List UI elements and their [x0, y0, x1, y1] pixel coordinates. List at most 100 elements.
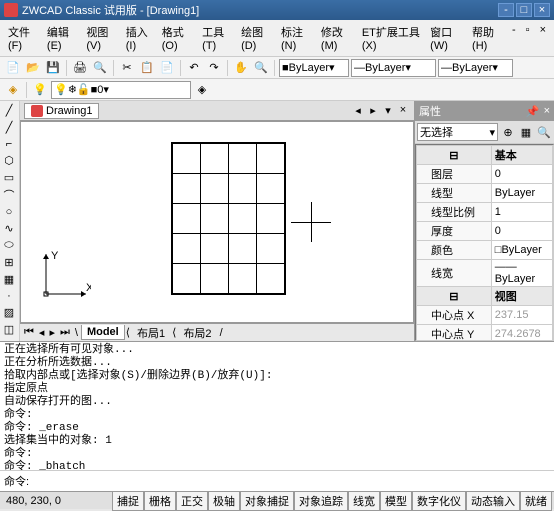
- hatch-icon[interactable]: ▨: [1, 305, 17, 320]
- arc-icon[interactable]: ⌒: [1, 187, 17, 203]
- rectangle-icon[interactable]: ▭: [1, 170, 17, 185]
- spline-icon[interactable]: ∿: [1, 221, 17, 236]
- zoom-icon[interactable]: 🔍: [252, 59, 270, 77]
- mode-数字化仪[interactable]: 数字化仪: [412, 491, 466, 511]
- paste-icon[interactable]: 📄: [158, 59, 176, 77]
- panel-close-icon[interactable]: ×: [544, 105, 550, 118]
- layer-combo[interactable]: 💡❄🔓■ 0 ▾: [51, 81, 191, 99]
- ellipse-icon[interactable]: ⬭: [1, 238, 17, 253]
- line-icon[interactable]: ╱: [1, 103, 17, 118]
- ms-next-icon[interactable]: ▸: [47, 326, 57, 339]
- mdi-minimize[interactable]: -: [508, 22, 520, 54]
- polygon-icon[interactable]: ⬡: [1, 153, 17, 168]
- mode-捕捉[interactable]: 捕捉: [112, 491, 144, 511]
- cut-icon[interactable]: ✂: [118, 59, 136, 77]
- maximize-button[interactable]: □: [516, 3, 532, 17]
- mode-极轴[interactable]: 极轴: [208, 491, 240, 511]
- tab-layout2[interactable]: 布局2: [177, 323, 217, 343]
- menu-et[interactable]: ET扩展工具(X): [358, 22, 424, 54]
- mode-正交[interactable]: 正交: [176, 491, 208, 511]
- menu-file[interactable]: 文件(F): [4, 22, 41, 54]
- pan-icon[interactable]: ✋: [232, 59, 250, 77]
- mode-对象捕捉[interactable]: 对象捕捉: [240, 491, 294, 511]
- tab-dropdown-icon[interactable]: ▾: [381, 104, 395, 117]
- layer-toolbar: ◈ 💡 💡❄🔓■ 0 ▾ ◈: [0, 79, 554, 101]
- selection-combo[interactable]: 无选择▾: [417, 123, 498, 141]
- ms-first-icon[interactable]: ⏮: [22, 326, 36, 339]
- window-title: ZWCAD Classic 试用版 - [Drawing1]: [22, 2, 199, 18]
- menu-tools[interactable]: 工具(T): [198, 22, 235, 54]
- region-icon[interactable]: ◫: [1, 322, 17, 337]
- svg-text:X: X: [86, 282, 91, 294]
- mdi-close[interactable]: ×: [536, 22, 550, 54]
- tab-prev-icon[interactable]: ◂: [351, 104, 365, 117]
- panel-title: 属性: [419, 103, 441, 119]
- tab-next-icon[interactable]: ▸: [366, 104, 380, 117]
- redo-icon[interactable]: ↷: [205, 59, 223, 77]
- layer-manager-icon[interactable]: ◈: [4, 81, 22, 99]
- color-combo[interactable]: ■ ByLayer ▾: [279, 59, 349, 77]
- menu-draw[interactable]: 绘图(D): [237, 22, 275, 54]
- close-button[interactable]: ×: [534, 3, 550, 17]
- ms-prev-icon[interactable]: ◂: [37, 326, 47, 339]
- doc-icon: [31, 105, 43, 117]
- mode-模型[interactable]: 模型: [380, 491, 412, 511]
- save-icon[interactable]: 💾: [44, 59, 62, 77]
- menu-view[interactable]: 视图(V): [82, 22, 119, 54]
- doc-tab-drawing1[interactable]: Drawing1: [24, 103, 99, 119]
- mode-就绪[interactable]: 就绪: [520, 491, 552, 511]
- model-space-tabs: ⏮ ◂ ▸ ⏭ \ Model ⟨ 布局1 ⟨ 布局2 /: [20, 323, 414, 341]
- lineweight-combo[interactable]: — ByLayer ▾: [438, 59, 513, 77]
- app-logo: [4, 3, 18, 17]
- layer-tool-icon[interactable]: ◈: [193, 81, 211, 99]
- menu-help[interactable]: 帮助(H): [468, 22, 506, 54]
- point-icon[interactable]: ·: [1, 289, 17, 303]
- status-bar: 480, 230, 0 捕捉栅格正交极轴对象捕捉对象追踪线宽模型数字化仪动态输入…: [0, 491, 554, 509]
- quickselect-icon[interactable]: 🔍: [536, 123, 552, 141]
- draw-toolbar: ╱ ╱ ⌐ ⬡ ▭ ⌒ ○ ∿ ⬭ ⊞ ▦ · ▨ ◫ A: [0, 101, 20, 341]
- mode-动态输入[interactable]: 动态输入: [466, 491, 520, 511]
- pin-icon[interactable]: 📌: [526, 105, 540, 118]
- tab-close-icon[interactable]: ×: [396, 104, 410, 117]
- standard-toolbar: 📄 📂 💾 🖨 🔍 ✂ 📋 📄 ↶ ↷ ✋ 🔍 ■ ByLayer ▾ — By…: [0, 57, 554, 79]
- tab-model[interactable]: Model: [81, 325, 125, 340]
- mode-线宽[interactable]: 线宽: [348, 491, 380, 511]
- bulb-icon[interactable]: 💡: [31, 81, 49, 99]
- coordinates: 480, 230, 0: [2, 495, 65, 507]
- menu-window[interactable]: 窗口(W): [426, 22, 466, 54]
- menu-dim[interactable]: 标注(N): [277, 22, 315, 54]
- command-log[interactable]: 正在选择所有可见对象... 正在分析所选数据... 拾取内部点或[选择对象(S)…: [0, 342, 554, 470]
- drawing-area[interactable]: YX: [20, 121, 414, 323]
- menu-format[interactable]: 格式(O): [158, 22, 196, 54]
- preview-icon[interactable]: 🔍: [91, 59, 109, 77]
- new-icon[interactable]: 📄: [4, 59, 22, 77]
- menu-insert[interactable]: 插入(I): [122, 22, 156, 54]
- drawn-grid: [171, 142, 286, 295]
- properties-grid[interactable]: ⊟基本图层0线型ByLayer线型比例1厚度0颜色□ByLayer线宽——ByL…: [415, 144, 554, 341]
- select-icon[interactable]: ▦: [518, 123, 534, 141]
- pickadd-icon[interactable]: ⊕: [500, 123, 516, 141]
- mode-栅格[interactable]: 栅格: [144, 491, 176, 511]
- mdi-restore[interactable]: ▫: [522, 22, 534, 54]
- xline-icon[interactable]: ╱: [1, 120, 17, 135]
- tab-layout1[interactable]: 布局1: [131, 323, 171, 343]
- block-icon[interactable]: ▦: [1, 272, 17, 287]
- copy-icon[interactable]: 📋: [138, 59, 156, 77]
- svg-text:Y: Y: [51, 250, 59, 262]
- insert-icon[interactable]: ⊞: [1, 255, 17, 270]
- linetype-combo[interactable]: — ByLayer ▾: [351, 59, 436, 77]
- circle-icon[interactable]: ○: [1, 205, 17, 219]
- properties-panel: 属性 📌 × 无选择▾ ⊕ ▦ 🔍 ⊟基本图层0线型ByLayer线型比例1厚度0…: [414, 101, 554, 341]
- command-input[interactable]: [29, 475, 550, 487]
- polyline-icon[interactable]: ⌐: [1, 137, 17, 151]
- command-prompt: 命令:: [4, 473, 29, 489]
- undo-icon[interactable]: ↶: [185, 59, 203, 77]
- main-menu: 文件(F) 编辑(E) 视图(V) 插入(I) 格式(O) 工具(T) 绘图(D…: [0, 20, 554, 57]
- ms-last-icon[interactable]: ⏭: [58, 326, 72, 339]
- minimize-button[interactable]: -: [498, 3, 514, 17]
- print-icon[interactable]: 🖨: [71, 59, 89, 77]
- mode-对象追踪[interactable]: 对象追踪: [294, 491, 348, 511]
- menu-modify[interactable]: 修改(M): [317, 22, 356, 54]
- open-icon[interactable]: 📂: [24, 59, 42, 77]
- menu-edit[interactable]: 编辑(E): [43, 22, 80, 54]
